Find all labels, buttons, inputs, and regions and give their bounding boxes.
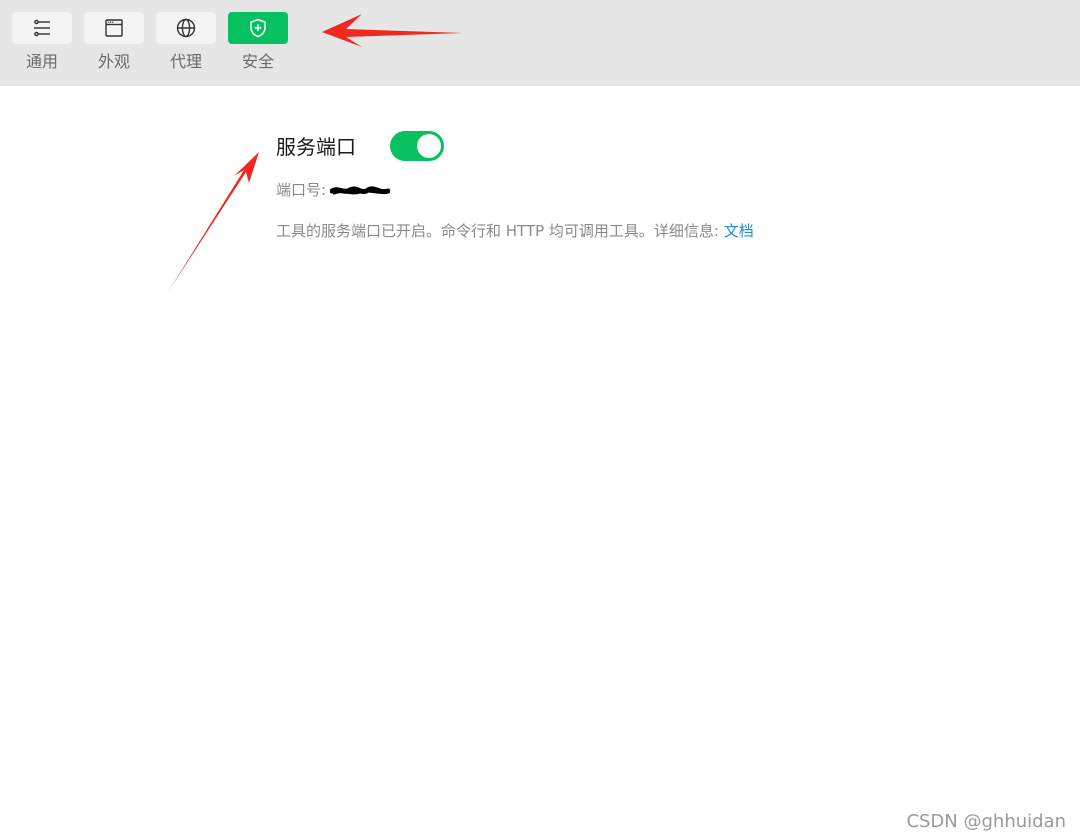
- annotation-arrows: [168, 14, 463, 292]
- service-port-title: 服务端口: [276, 135, 356, 159]
- tab-proxy-label: 代理: [169, 52, 202, 71]
- watermark: CSDN @ghhuidan: [906, 811, 1066, 832]
- tab-appearance-label: 外观: [97, 52, 130, 71]
- service-port-description: 工具的服务端口已开启。命令行和 HTTP 均可调用工具。详细信息: 文档: [276, 221, 754, 241]
- service-port-toggle[interactable]: [390, 131, 444, 161]
- port-label: 端口号:: [276, 181, 327, 199]
- redacted-port-scribble: [330, 185, 391, 194]
- shield-plus-icon: [250, 18, 266, 38]
- tab-proxy[interactable]: 代理: [156, 12, 216, 72]
- settings-toolbar: 通用 外观 代理 安全: [0, 0, 1080, 86]
- doc-link[interactable]: 文档: [724, 222, 754, 240]
- port-row: 端口号:: [276, 180, 391, 200]
- tab-general-button[interactable]: [12, 12, 72, 44]
- window-icon: [105, 19, 123, 37]
- tab-appearance-button[interactable]: [84, 12, 144, 44]
- toggle-knob: [417, 134, 441, 158]
- arrow-annotation-toggle: [168, 152, 259, 292]
- tab-general-label: 通用: [25, 52, 58, 71]
- sliders-icon: [34, 19, 50, 37]
- tab-security-button[interactable]: [228, 12, 288, 44]
- tab-general[interactable]: 通用: [12, 12, 72, 72]
- tab-security-label: 安全: [241, 52, 274, 71]
- description-text: 工具的服务端口已开启。命令行和 HTTP 均可调用工具。详细信息:: [276, 222, 719, 240]
- tab-security[interactable]: 安全: [228, 12, 288, 72]
- tab-appearance[interactable]: 外观: [84, 12, 144, 72]
- tab-proxy-button[interactable]: [156, 12, 216, 44]
- globe-icon: [176, 18, 196, 38]
